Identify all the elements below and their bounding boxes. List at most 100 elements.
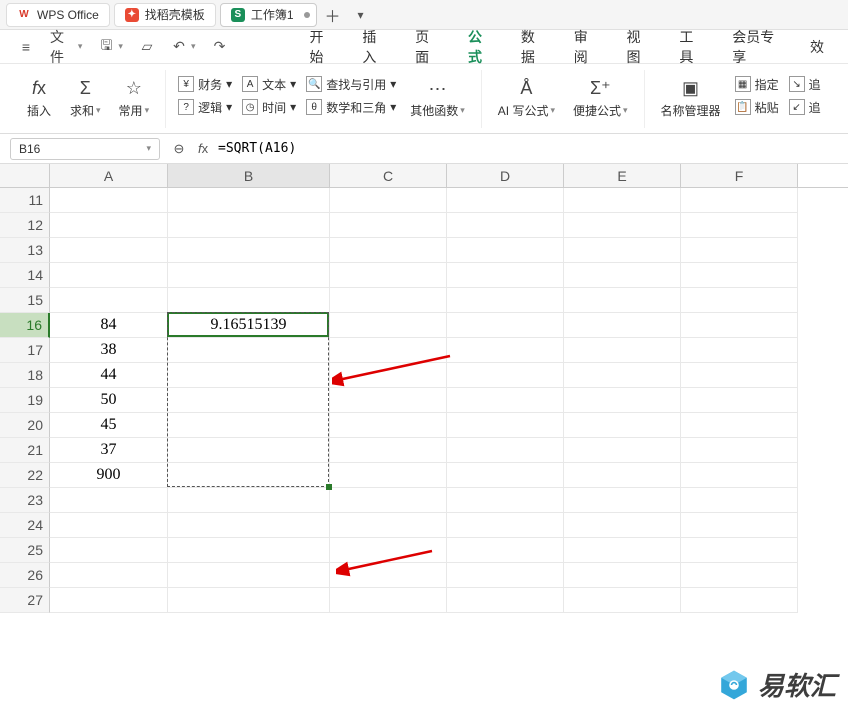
fx-icon[interactable]: fx [194, 141, 212, 156]
menu-tools[interactable]: 工具 [665, 21, 718, 73]
cell-F18[interactable] [681, 363, 798, 388]
other-fn-button[interactable]: ⋯ 其他函数▾ [406, 76, 469, 121]
cell-D19[interactable] [447, 388, 564, 413]
row-header-22[interactable]: 22 [0, 463, 50, 488]
cell-A12[interactable] [50, 213, 168, 238]
cell-B16[interactable]: 9.16515139 [168, 313, 330, 338]
cell-A16[interactable]: 84 [50, 313, 168, 338]
cell-E23[interactable] [564, 488, 681, 513]
cell-E26[interactable] [564, 563, 681, 588]
cell-C13[interactable] [330, 238, 447, 263]
cell-D17[interactable] [447, 338, 564, 363]
cell-E12[interactable] [564, 213, 681, 238]
row-header-12[interactable]: 12 [0, 213, 50, 238]
cell-E11[interactable] [564, 188, 681, 213]
menu-member[interactable]: 会员专享 [718, 21, 796, 73]
row-header-26[interactable]: 26 [0, 563, 50, 588]
cell-B14[interactable] [168, 263, 330, 288]
cell-F16[interactable] [681, 313, 798, 338]
cell-F20[interactable] [681, 413, 798, 438]
name-box[interactable]: B16 ▾ [10, 138, 160, 160]
cell-A17[interactable]: 38 [50, 338, 168, 363]
cell-B11[interactable] [168, 188, 330, 213]
row-header-20[interactable]: 20 [0, 413, 50, 438]
cell-E15[interactable] [564, 288, 681, 313]
cell-F25[interactable] [681, 538, 798, 563]
menu-start[interactable]: 开始 [295, 21, 348, 73]
text-fn-button[interactable]: A文本▾ [242, 76, 296, 93]
file-menu[interactable]: 文件▾ [42, 23, 90, 71]
spreadsheet-grid[interactable]: A B C D E F 111213141516849.165151391738… [0, 164, 848, 613]
col-header-D[interactable]: D [447, 164, 564, 187]
cell-E21[interactable] [564, 438, 681, 463]
col-header-A[interactable]: A [50, 164, 168, 187]
cell-C27[interactable] [330, 588, 447, 613]
cell-F19[interactable] [681, 388, 798, 413]
cell-F22[interactable] [681, 463, 798, 488]
cell-C22[interactable] [330, 463, 447, 488]
cell-D13[interactable] [447, 238, 564, 263]
row-header-13[interactable]: 13 [0, 238, 50, 263]
logic-fn-button[interactable]: ?逻辑▾ [178, 99, 232, 116]
row-header-19[interactable]: 19 [0, 388, 50, 413]
cell-E25[interactable] [564, 538, 681, 563]
cell-E20[interactable] [564, 413, 681, 438]
cell-E13[interactable] [564, 238, 681, 263]
menu-formula[interactable]: 公式 [454, 21, 507, 73]
cell-F12[interactable] [681, 213, 798, 238]
cell-A13[interactable] [50, 238, 168, 263]
trace-button[interactable]: ↘追 [789, 76, 821, 93]
menu-review[interactable]: 审阅 [560, 21, 613, 73]
cell-C12[interactable] [330, 213, 447, 238]
quick-formula-button[interactable]: Σ⁺ 便捷公式▾ [569, 76, 632, 121]
cell-D21[interactable] [447, 438, 564, 463]
define-name-button[interactable]: ▦指定 [735, 76, 779, 93]
mathtrig-fn-button[interactable]: θ数学和三角▾ [306, 99, 396, 116]
cell-C20[interactable] [330, 413, 447, 438]
cell-F21[interactable] [681, 438, 798, 463]
row-header-18[interactable]: 18 [0, 363, 50, 388]
cell-C24[interactable] [330, 513, 447, 538]
cell-F27[interactable] [681, 588, 798, 613]
print-button[interactable]: ▱ [131, 35, 163, 59]
cell-A14[interactable] [50, 263, 168, 288]
trace2-button[interactable]: ↙追 [789, 99, 821, 116]
cancel-icon[interactable]: ⊖ [170, 141, 188, 157]
cell-E14[interactable] [564, 263, 681, 288]
lookup-fn-button[interactable]: 🔍查找与引用▾ [306, 76, 396, 93]
cell-F13[interactable] [681, 238, 798, 263]
cell-F24[interactable] [681, 513, 798, 538]
cell-B22[interactable] [168, 463, 330, 488]
cell-F26[interactable] [681, 563, 798, 588]
cell-A20[interactable]: 45 [50, 413, 168, 438]
cell-D27[interactable] [447, 588, 564, 613]
row-header-11[interactable]: 11 [0, 188, 50, 213]
cell-C15[interactable] [330, 288, 447, 313]
cell-B19[interactable] [168, 388, 330, 413]
cell-E18[interactable] [564, 363, 681, 388]
col-header-B[interactable]: B [168, 164, 330, 187]
cell-A18[interactable]: 44 [50, 363, 168, 388]
cell-F11[interactable] [681, 188, 798, 213]
row-header-27[interactable]: 27 [0, 588, 50, 613]
row-header-23[interactable]: 23 [0, 488, 50, 513]
cell-A21[interactable]: 37 [50, 438, 168, 463]
menu-page[interactable]: 页面 [401, 21, 454, 73]
cell-B18[interactable] [168, 363, 330, 388]
cell-C14[interactable] [330, 263, 447, 288]
cell-C23[interactable] [330, 488, 447, 513]
cell-F17[interactable] [681, 338, 798, 363]
cell-D20[interactable] [447, 413, 564, 438]
cell-D11[interactable] [447, 188, 564, 213]
row-header-24[interactable]: 24 [0, 513, 50, 538]
cell-A19[interactable]: 50 [50, 388, 168, 413]
select-all-corner[interactable] [0, 164, 50, 187]
cell-C18[interactable] [330, 363, 447, 388]
cell-A27[interactable] [50, 588, 168, 613]
cell-D24[interactable] [447, 513, 564, 538]
cell-C19[interactable] [330, 388, 447, 413]
row-header-14[interactable]: 14 [0, 263, 50, 288]
cell-E27[interactable] [564, 588, 681, 613]
datetime-fn-button[interactable]: ◷时间▾ [242, 99, 296, 116]
cell-B25[interactable] [168, 538, 330, 563]
